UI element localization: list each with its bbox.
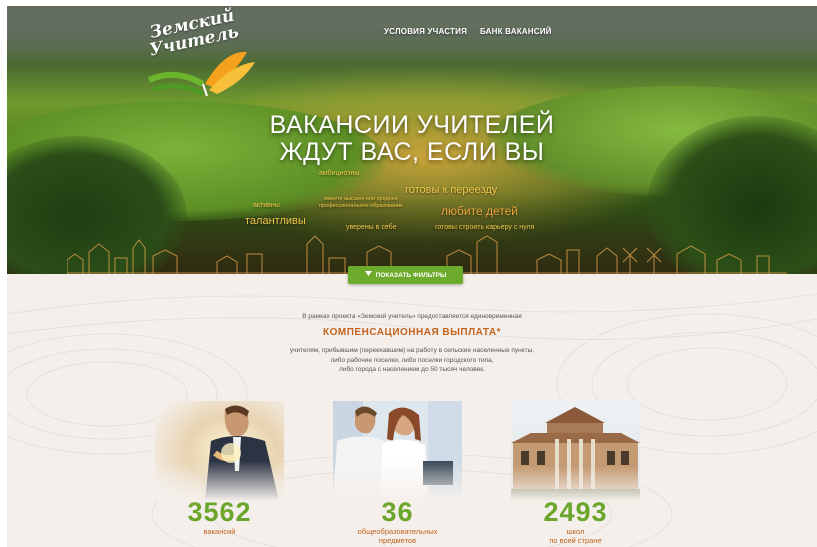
tag-higher-education-line2: профессиональное образование <box>319 203 404 209</box>
stat-card-schools[interactable]: 2493 школ по всей стране <box>511 401 640 547</box>
schools-count: 2493 <box>543 497 608 527</box>
headline-line1: ВАКАНСИИ УЧИТЕЛЕЙ <box>269 111 555 139</box>
teachers-photo <box>333 401 462 501</box>
school-building-photo <box>511 401 640 501</box>
subjects-label-line2: предметов <box>378 536 417 545</box>
hero-banner: Земский Учитель УСЛОВИЯ УЧАСТИЯ БАНК ВАК… <box>7 6 817 274</box>
tag-higher-education-line1: имеете высшее или среднее <box>324 196 398 202</box>
schools-label-line2: по всей стране <box>549 536 602 545</box>
desc-line2: либо рабочие поселки, либо поселки город… <box>330 356 494 364</box>
nav-vacancy-bank[interactable]: БАНК ВАКАНСИЙ <box>480 27 552 36</box>
tag-ready-to-move: готовы к переезду <box>405 184 498 196</box>
subjects-label: общеобразовательных предметов <box>333 527 462 545</box>
stat-card-subjects[interactable]: 36 общеобразовательных предметов <box>333 401 462 547</box>
stat-card-vacancies[interactable]: 3562 вакансий <box>155 401 284 547</box>
triangle-down-icon <box>364 271 372 279</box>
desc-line3: либо города с населением до 50 тысяч чел… <box>339 366 485 373</box>
open-book-logo-icon <box>147 51 255 97</box>
page-frame: Земский Учитель УСЛОВИЯ УЧАСТИЯ БАНК ВАК… <box>7 6 817 547</box>
show-filters-label: ПОКАЗАТЬ ФИЛЬТРЫ <box>375 271 447 279</box>
compensation-asterisk: * <box>496 327 501 338</box>
tag-confident: уверены в себе <box>346 224 397 231</box>
subjects-label-line1: общеобразовательных <box>357 527 438 536</box>
compensation-heading: КОМПЕНСАЦИОННАЯ ВЫПЛАТА* <box>7 327 817 338</box>
tag-ambitious: амбициозны <box>319 170 360 177</box>
desc-line1: учителям, прибывшим (переехавшим) на раб… <box>289 347 535 354</box>
compensation-label: КОМПЕНСАЦИОННАЯ ВЫПЛАТА <box>323 327 497 338</box>
subjects-count: 36 <box>381 497 414 527</box>
show-filters-button[interactable]: ПОКАЗАТЬ ФИЛЬТРЫ <box>348 266 463 284</box>
schools-label: школ по всей стране <box>511 527 640 545</box>
nav-participation-conditions[interactable]: УСЛОВИЯ УЧАСТИЯ <box>384 27 467 36</box>
tag-active: активны <box>253 202 280 209</box>
tag-love-children: любите детей <box>441 204 518 218</box>
info-section: В рамках проекта «Земский учитель» предо… <box>7 274 817 547</box>
headline-line2: ЖДУТ ВАС, ЕСЛИ ВЫ <box>279 138 545 166</box>
businessman-photo <box>155 401 284 501</box>
top-nav: УСЛОВИЯ УЧАСТИЯ БАНК ВАКАНСИЙ <box>384 27 552 36</box>
intro-text: В рамках проекта «Земский учитель» предо… <box>302 313 522 320</box>
vacancies-count: 3562 <box>187 497 252 527</box>
vacancies-label: вакансий <box>155 527 284 536</box>
hero-headline: ВАКАНСИИ УЧИТЕЛЕЙ ЖДУТ ВАС, ЕСЛИ ВЫ <box>7 112 817 166</box>
site-logo[interactable]: Земский Учитель <box>145 6 265 100</box>
schools-label-line1: школ <box>566 527 585 536</box>
tag-talented: талантливы <box>245 215 306 227</box>
vacancies-label-line1: вакансий <box>203 527 236 536</box>
compensation-description: учителям, прибывшим (переехавшим) на раб… <box>7 346 817 375</box>
tag-higher-education: имеете высшее или среднее профессиональн… <box>319 196 403 210</box>
tag-career-from-zero: готовы строить карьеру с нуля <box>435 224 535 231</box>
